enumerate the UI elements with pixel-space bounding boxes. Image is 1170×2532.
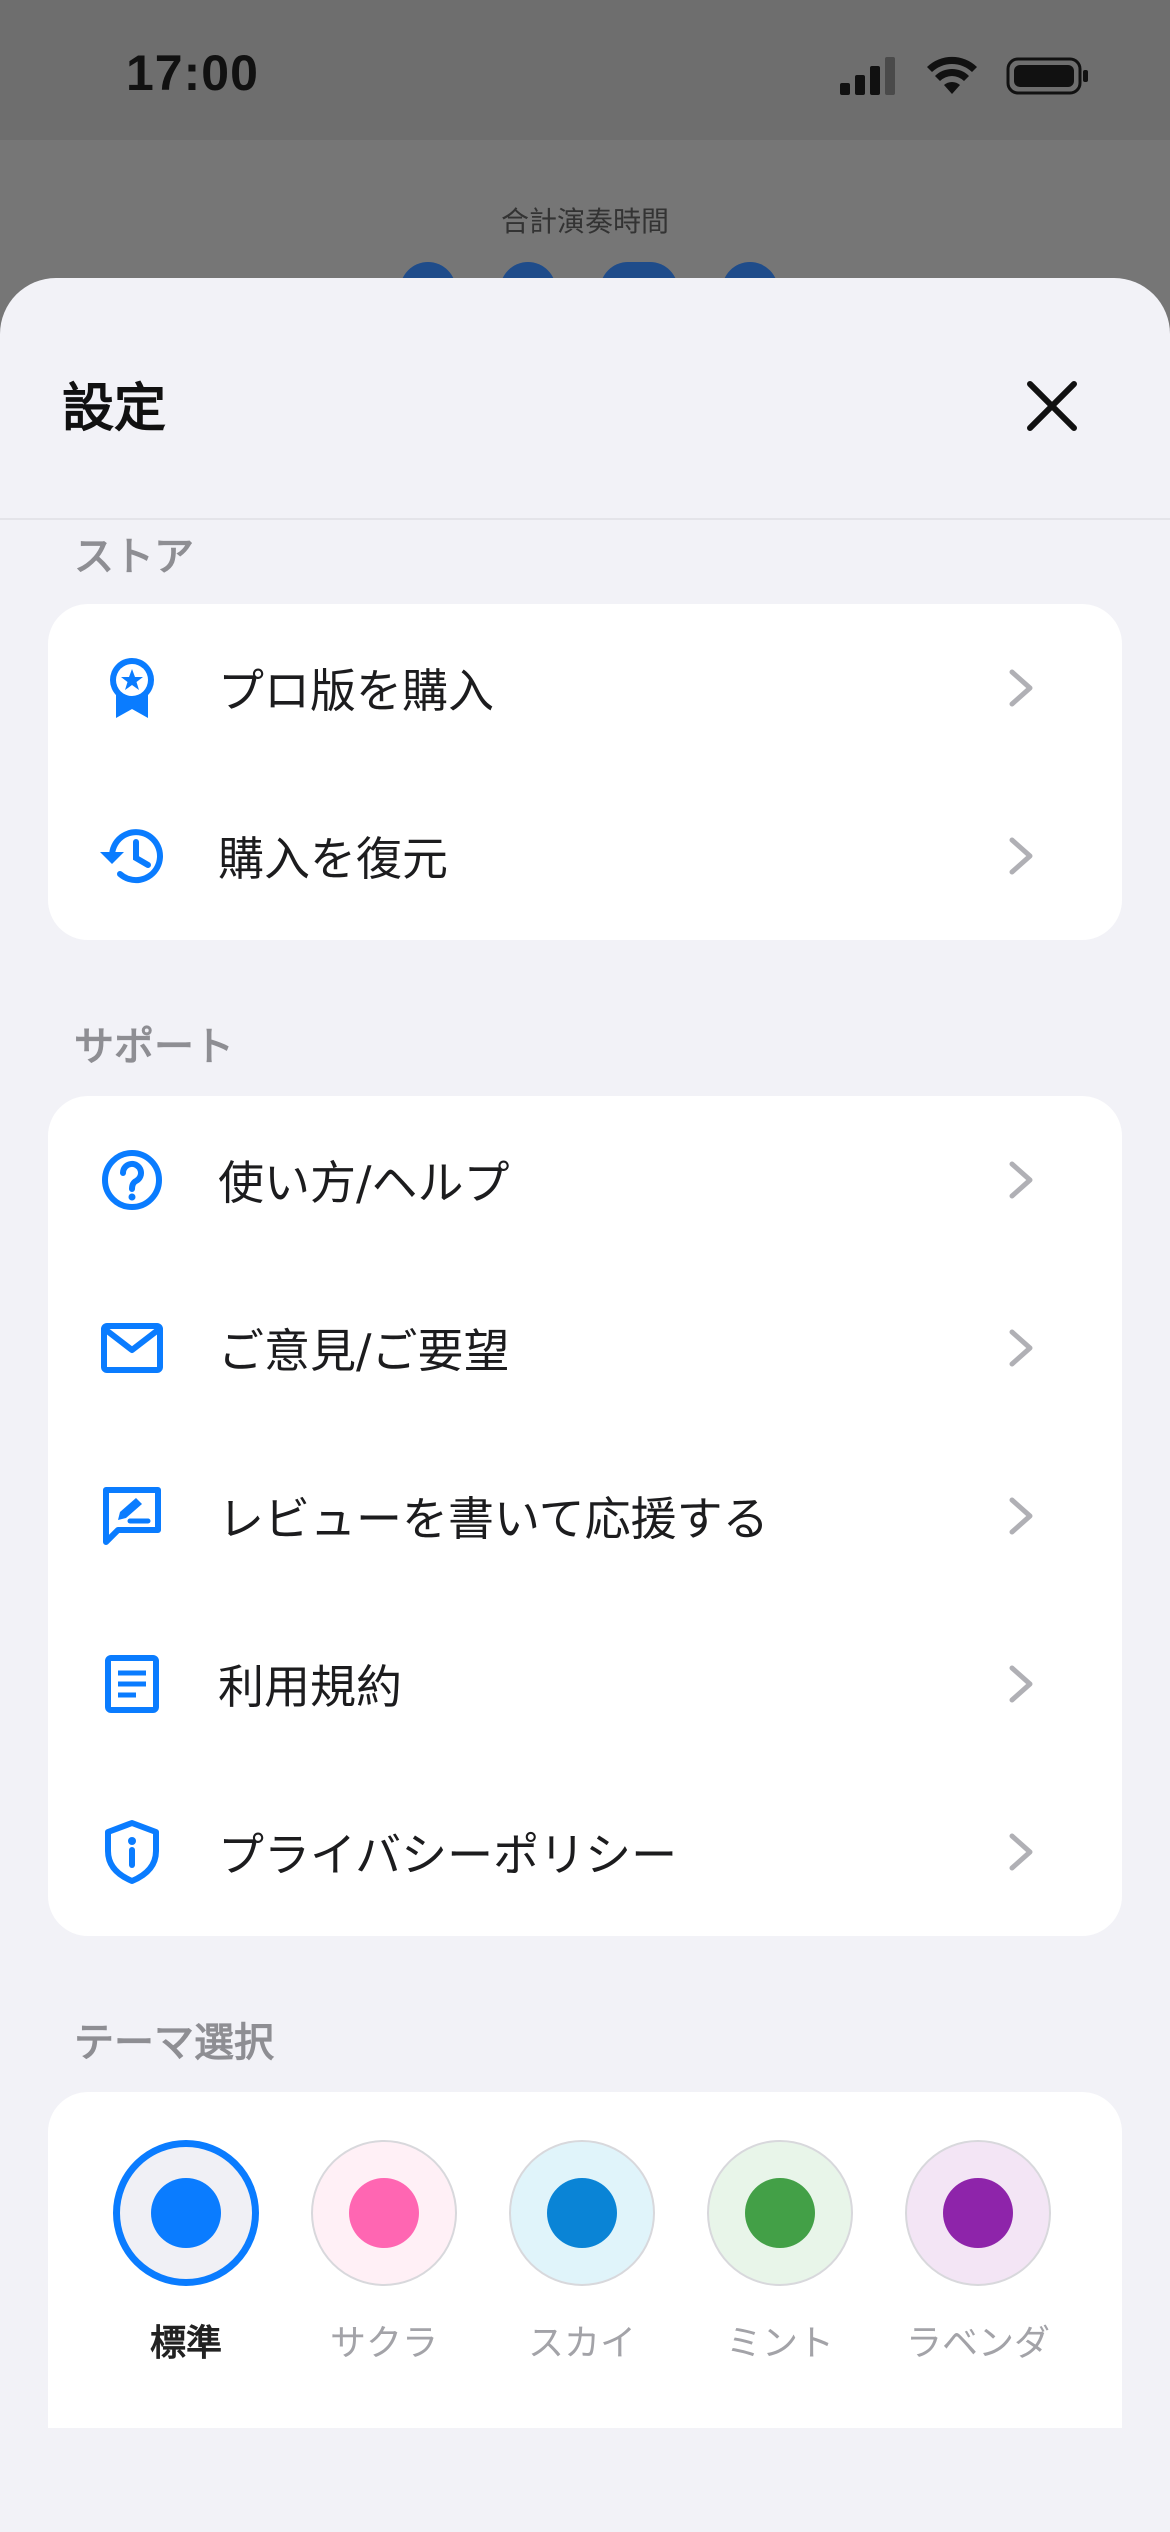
write-review-label: レビューを書いて応援する <box>218 1492 769 1546</box>
sheet-header: 設定 <box>0 278 1170 520</box>
chevron-right-icon <box>1009 1665 1033 1703</box>
review-edit-icon <box>98 1482 166 1550</box>
settings-sheet: 設定 ストア プロ版を購入 購入を復元 サポート 使い方/ヘルプ ご意見/ご要望… <box>0 278 1170 2532</box>
theme-swatch[interactable] <box>707 2140 853 2286</box>
theme-swatch[interactable] <box>113 2140 259 2286</box>
sheet-title: 設定 <box>62 379 167 439</box>
status-time: 17:00 <box>126 45 259 101</box>
terms-label: 利用規約 <box>218 1660 402 1714</box>
close-icon <box>1027 381 1077 431</box>
privacy-policy-row[interactable]: プライバシーポリシー <box>48 1768 1122 1936</box>
battery-icon <box>1006 57 1088 95</box>
help-label: 使い方/ヘルプ <box>218 1156 510 1210</box>
privacy-policy-label: プライバシーポリシー <box>218 1828 678 1882</box>
feedback-label: ご意見/ご要望 <box>218 1324 510 1378</box>
theme-option-sky[interactable]: スカイ <box>508 2140 656 2366</box>
status-icons <box>840 56 1090 96</box>
theme-swatch[interactable] <box>905 2140 1051 2286</box>
status-bar: 17:00 <box>0 0 1170 140</box>
theme-name: ラベンダ <box>905 2323 1050 2364</box>
restore-purchase-row[interactable]: 購入を復元 <box>48 772 1122 940</box>
section-label-store: ストア <box>74 534 194 580</box>
shield-info-icon <box>98 1818 166 1886</box>
section-label-theme: テーマ選択 <box>74 2020 274 2066</box>
bottom-fill <box>0 2428 1170 2532</box>
theme-option-standard[interactable]: 標準 <box>112 2140 260 2366</box>
wifi-icon <box>927 56 977 94</box>
write-review-row[interactable]: レビューを書いて応援する <box>48 1432 1122 1600</box>
chevron-right-icon <box>1009 669 1033 707</box>
mail-icon <box>98 1314 166 1382</box>
restore-purchase-label: 購入を復元 <box>218 832 448 886</box>
store-card: プロ版を購入 購入を復元 <box>48 604 1122 940</box>
theme-name: サクラ <box>329 2323 438 2364</box>
buy-pro-row[interactable]: プロ版を購入 <box>48 604 1122 772</box>
document-icon <box>98 1650 166 1718</box>
support-card: 使い方/ヘルプ ご意見/ご要望 レビューを書いて応援する 利用規約 プライバシー… <box>48 1096 1122 1936</box>
theme-option-mint[interactable]: ミント <box>706 2140 854 2366</box>
history-restore-icon <box>98 822 166 890</box>
help-row[interactable]: 使い方/ヘルプ <box>48 1096 1122 1264</box>
theme-name: スカイ <box>527 2323 636 2364</box>
chevron-right-icon <box>1009 1833 1033 1871</box>
chevron-right-icon <box>1009 837 1033 875</box>
theme-name: ミント <box>725 2323 834 2364</box>
help-circle-icon <box>98 1146 166 1214</box>
chevron-right-icon <box>1009 1497 1033 1535</box>
theme-name: 標準 <box>149 2323 222 2364</box>
total-play-time-label: 合計演奏時間 <box>500 205 669 238</box>
feedback-row[interactable]: ご意見/ご要望 <box>48 1264 1122 1432</box>
chevron-right-icon <box>1009 1329 1033 1367</box>
theme-swatch[interactable] <box>509 2140 655 2286</box>
theme-swatch[interactable] <box>311 2140 457 2286</box>
award-ribbon-icon <box>98 654 166 722</box>
terms-row[interactable]: 利用規約 <box>48 1600 1122 1768</box>
close-button[interactable] <box>1012 366 1092 446</box>
chevron-right-icon <box>1009 1161 1033 1199</box>
theme-options: 標準 サクラ スカイ ミント ラベンダ <box>112 2140 1052 2366</box>
section-label-support: サポート <box>74 1024 234 1070</box>
cellular-signal-icon <box>840 57 895 95</box>
theme-option-sakura[interactable]: サクラ <box>310 2140 458 2366</box>
theme-option-lavender[interactable]: ラベンダ <box>904 2140 1052 2366</box>
buy-pro-label: プロ版を購入 <box>218 664 494 718</box>
